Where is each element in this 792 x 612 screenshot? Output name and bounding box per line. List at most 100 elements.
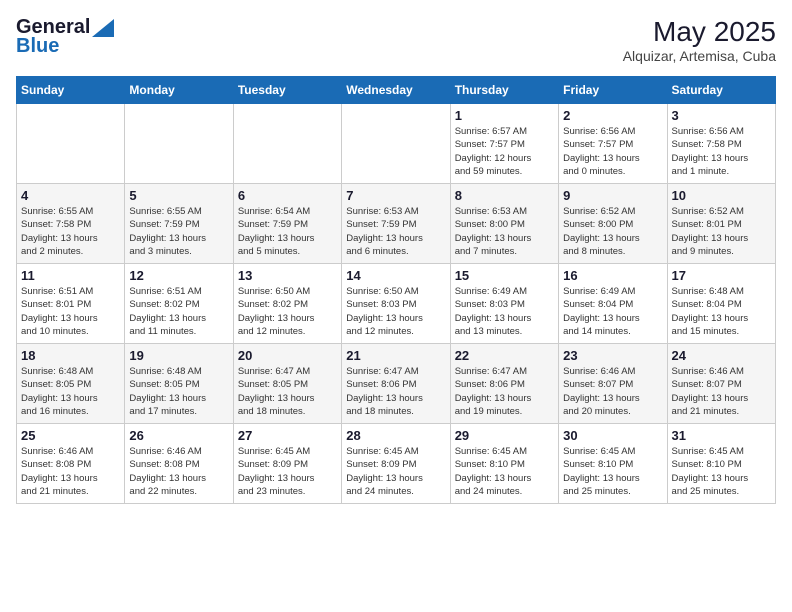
table-row: 22 Sunrise: 6:47 AMSunset: 8:06 PMDayligh…	[450, 344, 558, 424]
header-saturday: Saturday	[667, 77, 775, 104]
day-number: 3	[672, 108, 771, 123]
day-info: Sunrise: 6:48 AMSunset: 8:05 PMDaylight:…	[21, 365, 120, 418]
table-row	[17, 104, 125, 184]
day-info: Sunrise: 6:51 AMSunset: 8:01 PMDaylight:…	[21, 285, 120, 338]
day-info: Sunrise: 6:45 AMSunset: 8:10 PMDaylight:…	[455, 445, 554, 498]
day-info: Sunrise: 6:53 AMSunset: 7:59 PMDaylight:…	[346, 205, 445, 258]
table-row: 26 Sunrise: 6:46 AMSunset: 8:08 PMDayligh…	[125, 424, 233, 504]
day-number: 11	[21, 268, 120, 283]
table-row: 28 Sunrise: 6:45 AMSunset: 8:09 PMDayligh…	[342, 424, 450, 504]
table-row: 21Sunrise: 6:47 AMSunset: 8:06 PMDayligh…	[342, 344, 450, 424]
table-row: 9Sunrise: 6:52 AMSunset: 8:00 PMDaylight…	[559, 184, 667, 264]
calendar-row: 25 Sunrise: 6:46 AMSunset: 8:08 PMDayligh…	[17, 424, 776, 504]
day-info: Sunrise: 6:47 AMSunset: 8:06 PMDaylight:…	[455, 365, 554, 418]
day-info: Sunrise: 6:46 AMSunset: 8:08 PMDaylight:…	[129, 445, 228, 498]
calendar-row: 1 Sunrise: 6:57 AMSunset: 7:57 PMDaylight…	[17, 104, 776, 184]
table-row: 6 Sunrise: 6:54 AMSunset: 7:59 PMDaylight…	[233, 184, 341, 264]
day-info: Sunrise: 6:53 AMSunset: 8:00 PMDaylight:…	[455, 205, 554, 258]
day-info: Sunrise: 6:45 AMSunset: 8:10 PMDaylight:…	[563, 445, 662, 498]
header-sunday: Sunday	[17, 77, 125, 104]
day-number: 7	[346, 188, 445, 203]
day-number: 17	[672, 268, 771, 283]
table-row: 2 Sunrise: 6:56 AMSunset: 7:57 PMDaylight…	[559, 104, 667, 184]
day-info: Sunrise: 6:50 AMSunset: 8:02 PMDaylight:…	[238, 285, 337, 338]
header-row: Sunday Monday Tuesday Wednesday Thursday…	[17, 77, 776, 104]
day-info: Sunrise: 6:45 AMSunset: 8:10 PMDaylight:…	[672, 445, 771, 498]
table-row: 20Sunrise: 6:47 AMSunset: 8:05 PMDayligh…	[233, 344, 341, 424]
table-row: 30 Sunrise: 6:45 AMSunset: 8:10 PMDayligh…	[559, 424, 667, 504]
calendar-row: 11 Sunrise: 6:51 AMSunset: 8:01 PMDayligh…	[17, 264, 776, 344]
table-row: 10Sunrise: 6:52 AMSunset: 8:01 PMDayligh…	[667, 184, 775, 264]
logo: General Blue	[16, 16, 114, 58]
day-info: Sunrise: 6:45 AMSunset: 8:09 PMDaylight:…	[346, 445, 445, 498]
table-row: 24 Sunrise: 6:46 AMSunset: 8:07 PMDayligh…	[667, 344, 775, 424]
table-row: 29 Sunrise: 6:45 AMSunset: 8:10 PMDayligh…	[450, 424, 558, 504]
logo-icon	[92, 19, 114, 37]
location-subtitle: Alquizar, Artemisa, Cuba	[623, 48, 776, 64]
table-row: 5 Sunrise: 6:55 AMSunset: 7:59 PMDaylight…	[125, 184, 233, 264]
logo-blue: Blue	[16, 35, 59, 58]
month-title: May 2025	[623, 16, 776, 48]
table-row: 7 Sunrise: 6:53 AMSunset: 7:59 PMDaylight…	[342, 184, 450, 264]
table-row: 8 Sunrise: 6:53 AMSunset: 8:00 PMDaylight…	[450, 184, 558, 264]
day-number: 2	[563, 108, 662, 123]
calendar-table: Sunday Monday Tuesday Wednesday Thursday…	[16, 76, 776, 504]
day-number: 18	[21, 348, 120, 363]
table-row: 13 Sunrise: 6:50 AMSunset: 8:02 PMDayligh…	[233, 264, 341, 344]
day-info: Sunrise: 6:54 AMSunset: 7:59 PMDaylight:…	[238, 205, 337, 258]
title-section: May 2025 Alquizar, Artemisa, Cuba	[623, 16, 776, 64]
day-info: Sunrise: 6:46 AMSunset: 8:07 PMDaylight:…	[672, 365, 771, 418]
day-info: Sunrise: 6:48 AMSunset: 8:04 PMDaylight:…	[672, 285, 771, 338]
day-number: 1	[455, 108, 554, 123]
day-number: 14	[346, 268, 445, 283]
header-wednesday: Wednesday	[342, 77, 450, 104]
day-info: Sunrise: 6:48 AMSunset: 8:05 PMDaylight:…	[129, 365, 228, 418]
header-thursday: Thursday	[450, 77, 558, 104]
table-row: 16 Sunrise: 6:49 AMSunset: 8:04 PMDayligh…	[559, 264, 667, 344]
header-monday: Monday	[125, 77, 233, 104]
day-info: Sunrise: 6:46 AMSunset: 8:08 PMDaylight:…	[21, 445, 120, 498]
day-info: Sunrise: 6:55 AMSunset: 7:59 PMDaylight:…	[129, 205, 228, 258]
day-number: 24	[672, 348, 771, 363]
table-row: 14 Sunrise: 6:50 AMSunset: 8:03 PMDayligh…	[342, 264, 450, 344]
page-header: General Blue May 2025 Alquizar, Artemisa…	[16, 16, 776, 64]
table-row: 23Sunrise: 6:46 AMSunset: 8:07 PMDayligh…	[559, 344, 667, 424]
day-number: 22	[455, 348, 554, 363]
day-info: Sunrise: 6:50 AMSunset: 8:03 PMDaylight:…	[346, 285, 445, 338]
table-row: 15Sunrise: 6:49 AMSunset: 8:03 PMDayligh…	[450, 264, 558, 344]
day-number: 5	[129, 188, 228, 203]
day-info: Sunrise: 6:55 AMSunset: 7:58 PMDaylight:…	[21, 205, 120, 258]
day-number: 26	[129, 428, 228, 443]
table-row: 31 Sunrise: 6:45 AMSunset: 8:10 PMDayligh…	[667, 424, 775, 504]
table-row	[125, 104, 233, 184]
table-row: 12 Sunrise: 6:51 AMSunset: 8:02 PMDayligh…	[125, 264, 233, 344]
table-row: 11 Sunrise: 6:51 AMSunset: 8:01 PMDayligh…	[17, 264, 125, 344]
day-number: 9	[563, 188, 662, 203]
day-number: 15	[455, 268, 554, 283]
day-number: 25	[21, 428, 120, 443]
day-info: Sunrise: 6:57 AMSunset: 7:57 PMDaylight:…	[455, 125, 554, 178]
day-number: 8	[455, 188, 554, 203]
day-number: 16	[563, 268, 662, 283]
day-info: Sunrise: 6:51 AMSunset: 8:02 PMDaylight:…	[129, 285, 228, 338]
day-info: Sunrise: 6:56 AMSunset: 7:57 PMDaylight:…	[563, 125, 662, 178]
day-number: 30	[563, 428, 662, 443]
day-number: 12	[129, 268, 228, 283]
day-info: Sunrise: 6:49 AMSunset: 8:04 PMDaylight:…	[563, 285, 662, 338]
table-row: 1 Sunrise: 6:57 AMSunset: 7:57 PMDaylight…	[450, 104, 558, 184]
day-number: 28	[346, 428, 445, 443]
day-info: Sunrise: 6:45 AMSunset: 8:09 PMDaylight:…	[238, 445, 337, 498]
day-number: 10	[672, 188, 771, 203]
day-number: 31	[672, 428, 771, 443]
day-number: 21	[346, 348, 445, 363]
table-row: 25 Sunrise: 6:46 AMSunset: 8:08 PMDayligh…	[17, 424, 125, 504]
table-row: 17 Sunrise: 6:48 AMSunset: 8:04 PMDayligh…	[667, 264, 775, 344]
day-number: 29	[455, 428, 554, 443]
day-number: 27	[238, 428, 337, 443]
table-row	[342, 104, 450, 184]
day-number: 4	[21, 188, 120, 203]
day-number: 13	[238, 268, 337, 283]
table-row: 3Sunrise: 6:56 AMSunset: 7:58 PMDaylight…	[667, 104, 775, 184]
day-number: 6	[238, 188, 337, 203]
calendar-row: 18 Sunrise: 6:48 AMSunset: 8:05 PMDayligh…	[17, 344, 776, 424]
